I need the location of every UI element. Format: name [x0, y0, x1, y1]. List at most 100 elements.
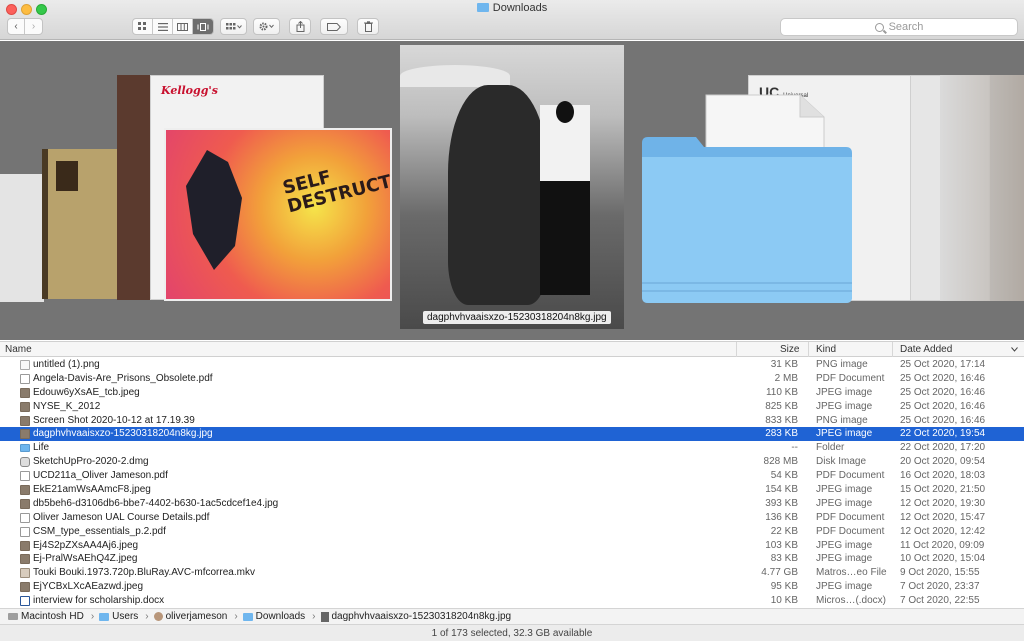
file-date-added: 7 Oct 2020, 22:55 — [900, 595, 980, 607]
path-item-downloads[interactable]: Downloads — [242, 611, 305, 622]
column-size[interactable]: Size — [780, 344, 799, 355]
delete-button[interactable] — [357, 18, 379, 35]
file-row[interactable]: Life -- Folder 22 Oct 2020, 17:20 — [0, 441, 1024, 455]
pdf-file-icon — [20, 512, 30, 523]
share-button[interactable] — [289, 18, 311, 35]
back-forward-control: ‹ › — [7, 18, 43, 35]
column-view-button[interactable] — [173, 19, 193, 34]
file-row[interactable]: Ej-PralWsAEhQ4Z.jpeg 83 KB JPEG image 10 Oc… — [0, 552, 1024, 566]
back-button[interactable]: ‹ — [8, 19, 25, 34]
cover-figurine[interactable] — [940, 75, 1024, 301]
search-field[interactable]: Search — [780, 18, 1018, 36]
search-icon — [874, 22, 884, 32]
forward-button[interactable]: › — [25, 19, 42, 34]
path-separator: › — [234, 611, 238, 622]
disk-image-icon — [20, 457, 30, 468]
path-separator: › — [312, 611, 316, 622]
image-file-icon — [20, 401, 30, 412]
image-file-icon — [20, 540, 30, 551]
file-name: Ej-PralWsAEhQ4Z.jpeg — [33, 553, 138, 565]
cover-flow-area[interactable]: Kellogg's SELF DESTRUCT! dagphvhvaaisxzo… — [0, 41, 1024, 340]
image-file-icon — [20, 360, 30, 370]
edit-tags-button[interactable] — [320, 18, 348, 35]
file-row[interactable]: Ej4S2pZXsAA4Aj6.jpeg 103 KB JPEG image 11 O… — [0, 539, 1024, 553]
column-date-added[interactable]: Date Added — [900, 344, 952, 355]
file-row[interactable]: EjYCBxLXcAEazwd.jpeg 95 KB JPEG image 7 Oct… — [0, 580, 1024, 594]
file-row[interactable]: UCD211a_Oliver Jameson.pdf 54 KB PDF Docum… — [0, 469, 1024, 483]
hard-drive-icon — [8, 613, 18, 620]
path-item-macintosh-hd[interactable]: Macintosh HD — [8, 611, 84, 622]
folder-icon — [476, 3, 489, 12]
cover-flow-icon — [197, 22, 209, 31]
column-kind[interactable]: Kind — [816, 344, 836, 355]
cover-selected-photo[interactable] — [400, 45, 624, 329]
woman-head — [556, 101, 574, 123]
file-row[interactable]: Oliver Jameson UAL Course Details.pdf 136… — [0, 511, 1024, 525]
cover-cereal-box-side[interactable] — [117, 75, 151, 300]
file-name: UCD211a_Oliver Jameson.pdf — [33, 470, 168, 482]
file-name: interview for scholarship.docx — [33, 595, 165, 607]
file-row[interactable]: SketchUpPro-2020-2.dmg 828 MB Disk Image 20… — [0, 455, 1024, 469]
column-separator[interactable] — [808, 342, 809, 357]
file-row[interactable]: dagphvhvaaisxzo-15230318204n8kg.jpg 283 K… — [0, 427, 1024, 442]
file-date-added: 22 Oct 2020, 19:54 — [900, 428, 986, 440]
file-name: CSM_type_essentials_p.2.pdf — [33, 525, 166, 537]
file-row[interactable]: db5beh6-d3106db6-bbe7-4402-b630-1ac5cdce… — [0, 497, 1024, 511]
file-kind: JPEG image — [816, 497, 873, 509]
file-size: 828 MB — [763, 456, 798, 468]
image-file-icon — [20, 485, 30, 496]
file-row[interactable]: Angela-Davis-Are_Prisons_Obsolete.pdf 2 M… — [0, 372, 1024, 386]
file-name: dagphvhvaaisxzo-15230318204n8kg.jpg — [33, 428, 213, 440]
column-name[interactable]: Name — [5, 344, 32, 355]
share-icon — [296, 21, 304, 32]
file-date-added: 12 Oct 2020, 19:30 — [900, 497, 986, 509]
cover-self-destruct[interactable]: SELF DESTRUCT! — [164, 128, 392, 301]
cover-folder[interactable] — [640, 91, 856, 305]
column-separator[interactable] — [892, 342, 893, 357]
list-column-header: Name Size Kind Date Added — [0, 341, 1024, 357]
file-row[interactable]: Touki Bouki.1973.720p.BluRay.AVC-mfcorre… — [0, 566, 1024, 580]
cover-caption: dagphvhvaaisxzo-15230318204n8kg.jpg — [423, 311, 611, 324]
file-name: db5beh6-d3106db6-bbe7-4402-b630-1ac5cdce… — [33, 497, 279, 509]
file-name: NYSE_K_2012 — [33, 400, 101, 412]
action-menu-button[interactable] — [253, 18, 280, 35]
icon-view-button[interactable] — [133, 19, 153, 34]
file-size: 10 KB — [770, 595, 798, 607]
path-item-file[interactable]: dagphvhvaaisxzo-15230318204n8kg.jpg — [320, 611, 511, 622]
folder-icon — [20, 444, 30, 453]
file-date-added: 20 Oct 2020, 09:54 — [900, 456, 986, 468]
file-row[interactable]: NYSE_K_2012 825 KB JPEG image 25 Oct 2020, … — [0, 400, 1024, 414]
file-row[interactable]: interview for scholarship.docx 10 KB Micro… — [0, 594, 1024, 608]
book-photo — [56, 161, 78, 191]
file-row[interactable]: Screen Shot 2020-10-12 at 17.19.39 833 KB… — [0, 414, 1024, 428]
cover-flow-view-button[interactable] — [193, 19, 213, 34]
word-document-icon — [20, 596, 30, 607]
file-row[interactable]: EkE21amWsAAmcF8.jpeg 154 KB JPEG image 15 O… — [0, 483, 1024, 497]
cover-blank-doc[interactable] — [0, 174, 44, 302]
path-item-users[interactable]: Users — [99, 611, 138, 622]
list-view-button[interactable] — [153, 19, 173, 34]
file-date-added: 16 Oct 2020, 18:03 — [900, 470, 986, 482]
woman-figure — [540, 105, 590, 295]
cover-book[interactable] — [42, 149, 120, 299]
home-icon — [153, 612, 163, 621]
image-file-icon — [20, 582, 30, 593]
pdf-file-icon — [20, 471, 30, 482]
file-size: -- — [791, 442, 798, 454]
umbrella — [400, 65, 510, 87]
path-item-home[interactable]: oliverjameson — [153, 611, 227, 622]
file-row[interactable]: Edouw6yXsAE_tcb.jpeg 110 KB JPEG image 25 O… — [0, 386, 1024, 400]
file-list[interactable]: untitled (1).png 31 KB PNG image 25 Oct 202… — [0, 358, 1024, 608]
file-date-added: 25 Oct 2020, 16:46 — [900, 400, 986, 412]
group-by-button[interactable] — [220, 18, 247, 35]
path-separator: › — [145, 611, 149, 622]
file-name: EjYCBxLXcAEazwd.jpeg — [33, 581, 144, 593]
file-date-added: 7 Oct 2020, 23:37 — [900, 581, 980, 593]
column-separator[interactable] — [736, 342, 737, 357]
file-size: 2 MB — [774, 372, 798, 384]
file-row[interactable]: CSM_type_essentials_p.2.pdf 22 KB PDF Docu… — [0, 525, 1024, 539]
file-kind: JPEG image — [816, 484, 873, 496]
file-date-added: 22 Oct 2020, 17:20 — [900, 442, 986, 454]
file-kind: JPEG image — [816, 428, 873, 440]
file-row[interactable]: untitled (1).png 31 KB PNG image 25 Oct 202… — [0, 358, 1024, 372]
